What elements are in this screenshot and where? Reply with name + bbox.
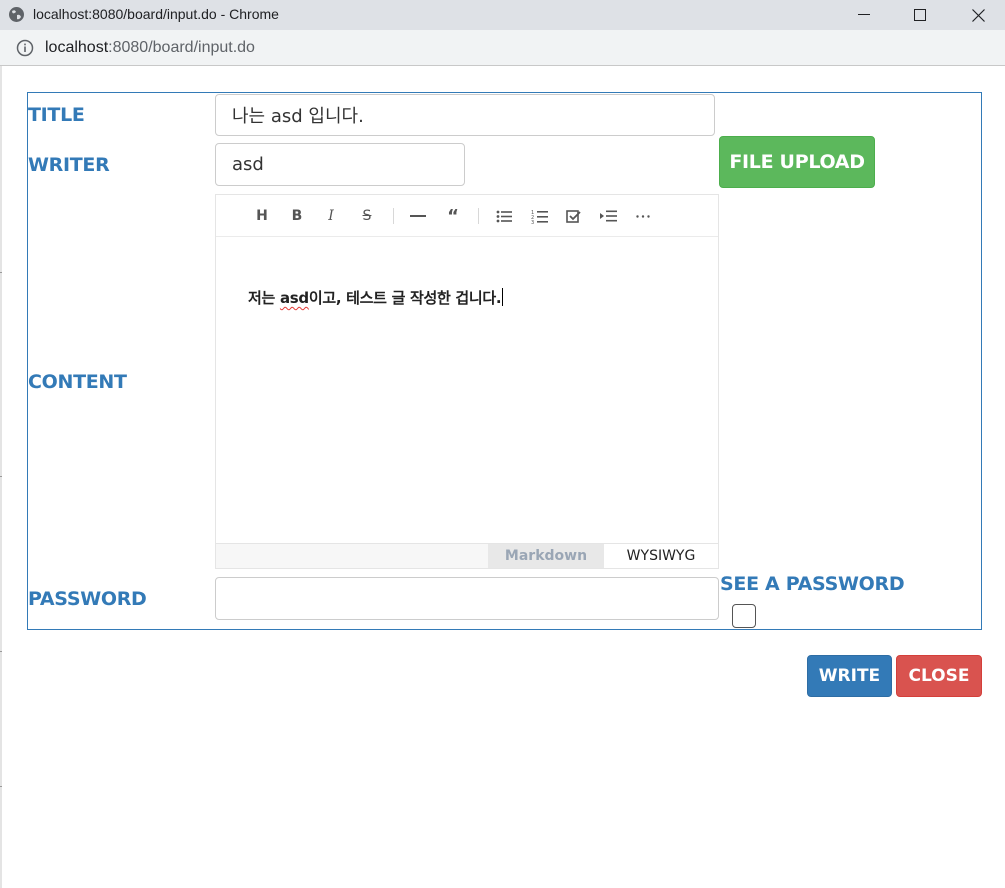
markdown-tab[interactable]: Markdown [488,544,604,568]
svg-text:3: 3 [531,220,534,224]
content-label: CONTENT [28,371,127,393]
task-list-icon[interactable] [562,205,584,227]
window-close-button[interactable] [955,0,1001,30]
wysiwyg-tab[interactable]: WYSIWYG [604,544,718,568]
maximize-icon [914,9,926,21]
editor-text-start: 저는 [248,289,280,307]
maximize-button[interactable] [897,0,943,30]
indent-icon[interactable] [597,205,619,227]
bullet-list-icon[interactable] [493,205,515,227]
write-button[interactable]: WRITE [807,655,892,697]
editor-mode-switch: Markdown WYSIWYG [216,543,718,568]
bold-icon[interactable]: B [286,205,308,227]
horizontal-rule-icon[interactable] [407,205,429,227]
see-password-checkbox[interactable] [732,604,756,628]
title-label: TITLE [28,104,85,126]
url-host: localhost [45,39,109,56]
password-label: PASSWORD [28,588,147,610]
more-icon[interactable] [632,205,654,227]
file-upload-button[interactable]: FILE UPLOAD [719,136,875,188]
writer-input-value: asd [232,154,264,175]
globe-icon [9,7,24,22]
info-icon[interactable] [16,39,34,57]
content-editor[interactable]: H B I S “ 123 저는 asd이고, 테스트 글 작성한 겁니다. M… [215,194,719,569]
misspelled-word: asd [279,289,309,307]
writer-input[interactable]: asd [215,143,465,186]
heading-icon[interactable]: H [251,205,273,227]
left-edge [0,66,2,888]
quote-icon[interactable]: “ [442,205,464,227]
minimize-icon [858,14,870,15]
address-bar[interactable]: localhost:8080/board/input.do [0,30,1005,66]
italic-icon[interactable]: I [320,205,342,227]
editor-toolbar: H B I S “ 123 [216,195,718,237]
window-title: localhost:8080/board/input.do - Chrome [33,6,279,22]
editor-text-end: 이고, 테스트 글 작성한 겁니다. [308,289,502,307]
minimize-button[interactable] [841,0,887,30]
title-input[interactable]: 나는 asd 입니다. [215,94,715,136]
close-button[interactable]: CLOSE [896,655,982,697]
editor-content[interactable]: 저는 asd이고, 테스트 글 작성한 겁니다. [248,287,504,308]
url-path: :8080/board/input.do [108,39,255,56]
password-input[interactable] [215,577,719,620]
writer-label: WRITER [28,154,110,176]
text-caret [502,288,504,306]
ordered-list-icon[interactable]: 123 [528,205,550,227]
title-input-value: 나는 asd 입니다. [232,106,364,127]
url-text: localhost:8080/board/input.do [45,39,255,57]
strikethrough-icon[interactable]: S [356,205,378,227]
close-icon [971,8,985,22]
see-password-label: SEE A PASSWORD [720,573,905,595]
browser-titlebar: localhost:8080/board/input.do - Chrome [0,0,1005,30]
